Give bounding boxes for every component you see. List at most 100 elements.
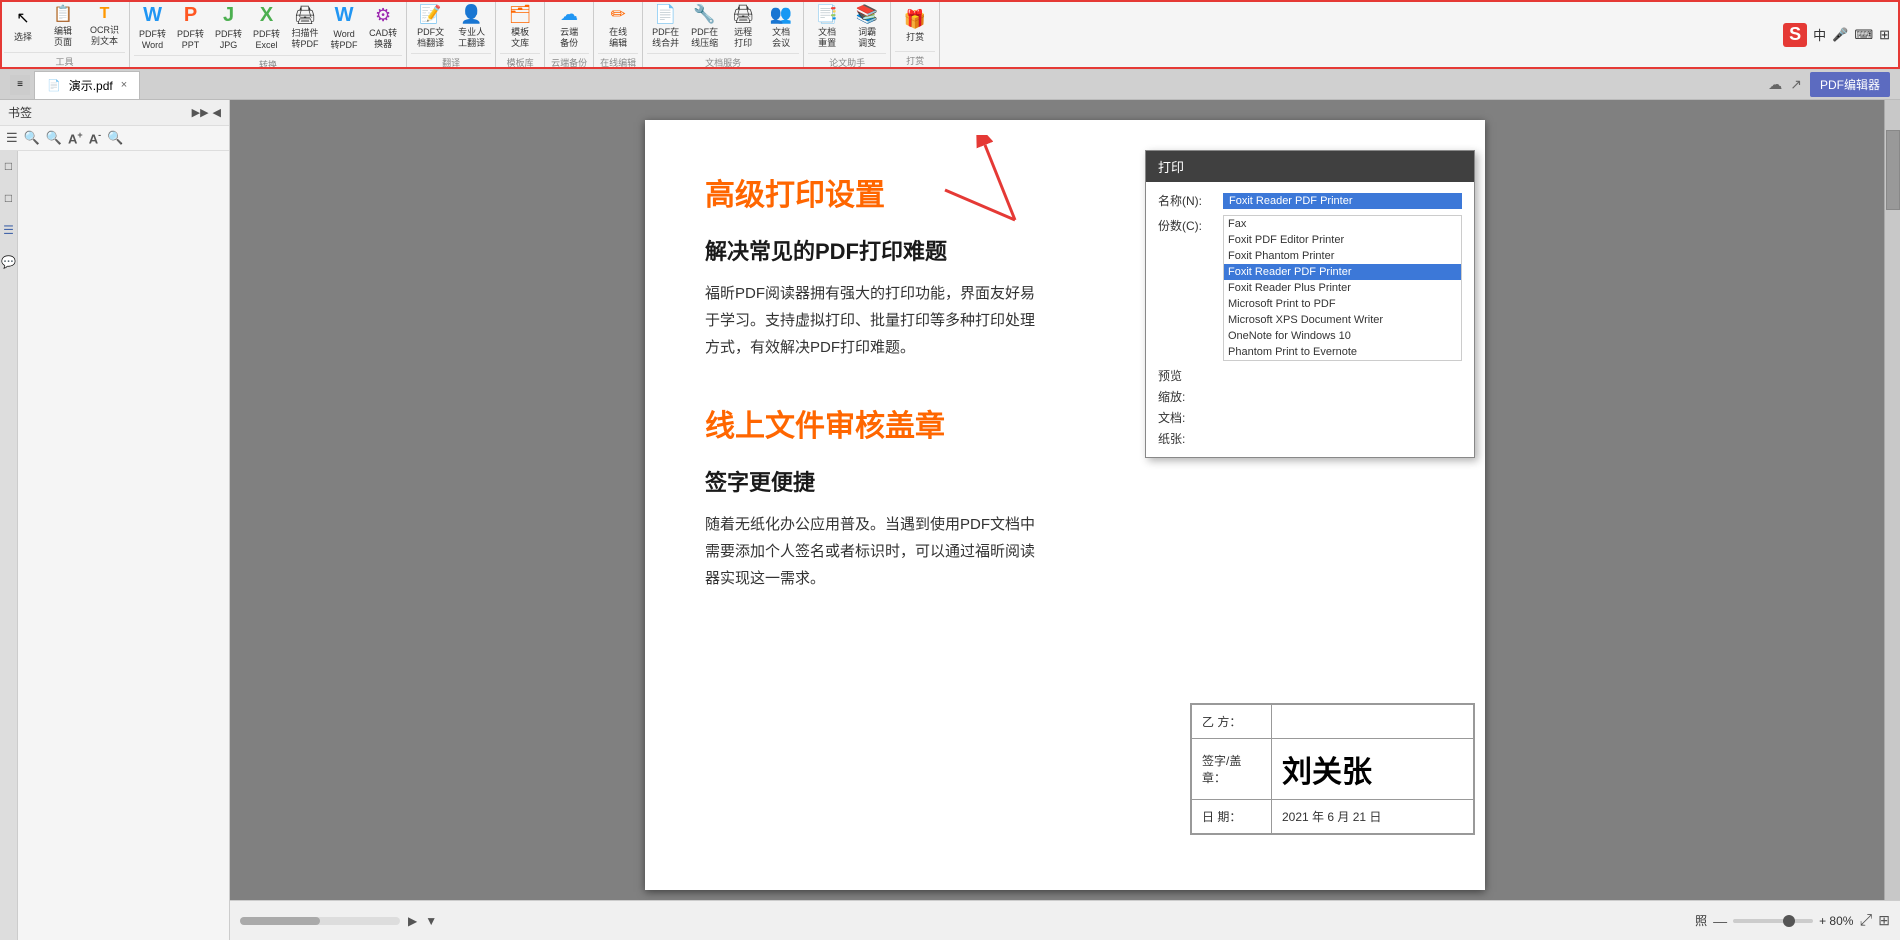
pdf-to-excel-btn[interactable]: X PDF转Excel xyxy=(248,0,285,55)
bookmark-list-icon[interactable]: ☰ xyxy=(6,130,18,146)
print-paper-label: 纸张: xyxy=(1158,430,1223,447)
top-right-area: S 中 🎤 ⌨ ⊞ xyxy=(1783,0,1900,69)
scan-pdf-icon: 🖨 xyxy=(294,5,317,26)
font-increase-icon[interactable]: A+ xyxy=(68,130,83,146)
zoom-slider[interactable] xyxy=(1733,919,1813,923)
stamp-dialog: 乙 方： 签字/盖章： 刘关张 日 期： 2021 年 6 月 21 日 xyxy=(1190,703,1475,835)
convert-section-label: 转换 xyxy=(134,55,402,70)
stamp-date-label: 日 期： xyxy=(1192,800,1272,834)
word-query-icon: 📚 xyxy=(856,4,878,25)
search2-icon[interactable]: 🔍 xyxy=(46,130,62,146)
chinese-input-icon: 中 xyxy=(1813,25,1826,44)
search-bookmark-icon[interactable]: 🔍 xyxy=(24,130,40,146)
font-decrease-icon[interactable]: A- xyxy=(89,130,101,146)
print-name-row: 名称(N): Foxit Reader PDF Printer xyxy=(1158,192,1462,209)
tab-title: 演示.pdf xyxy=(69,77,113,94)
expert-translate-icon: 👤 xyxy=(460,4,482,25)
toolbar-section-translate: 📝 PDF文档翻译 👤 专业人工翻译 翻译 xyxy=(407,0,496,69)
stamp-sign-row: 签字/盖章： 刘关张 xyxy=(1192,739,1474,800)
pdf-to-jpg-btn[interactable]: J PDF转JPG xyxy=(210,0,247,55)
scan-pdf-label: 扫描件转PDF xyxy=(292,28,319,50)
printer-list-item-fax[interactable]: Fax xyxy=(1224,216,1461,232)
cloud-sync-icon[interactable]: ☁ xyxy=(1768,76,1782,93)
doc-review-btn[interactable]: 📑 文档重置 xyxy=(808,0,846,53)
toolbar-section-paper: 📑 文档重置 📚 词霸调变 论文助手 xyxy=(804,0,891,69)
stamp-party-value xyxy=(1272,705,1474,739)
reward-btn[interactable]: 🎁 打赏 xyxy=(895,5,935,47)
print-paper-row: 纸张: xyxy=(1158,430,1462,447)
main-layout: 书签 ▶▶ ◀ ☰ 🔍 🔍 A+ A- 🔍 □ □ ☰ 💬 xyxy=(0,100,1900,940)
sidebar-icon-comment[interactable]: 💬 xyxy=(1,255,16,269)
toolbar-section-tools: ↖ 选择 📋 编辑页面 T OCR识别文本 工具 xyxy=(0,0,130,69)
pdf-to-word-btn[interactable]: W PDF转Word xyxy=(134,0,171,55)
sidebar-toggle-btn[interactable]: ≡ xyxy=(10,75,30,95)
sidebar-icon-bookmark[interactable]: ☰ xyxy=(3,223,14,237)
print-printer-list[interactable]: Fax Foxit PDF Editor Printer Foxit Phant… xyxy=(1223,215,1462,361)
stamp-party-label: 乙 方： xyxy=(1192,705,1272,739)
pdf-merge-btn[interactable]: 📄 PDF在线合并 xyxy=(647,0,684,53)
pdf-translate-icon: 📝 xyxy=(419,4,441,25)
print-doc-row: 文档: xyxy=(1158,409,1462,426)
word-query-btn[interactable]: 📚 词霸调变 xyxy=(848,0,886,53)
horizontal-scroll-track[interactable] xyxy=(240,917,400,925)
printer-list-item-ms-pdf[interactable]: Microsoft Print to PDF xyxy=(1224,296,1461,312)
tab-close-btn[interactable]: × xyxy=(121,79,127,91)
printer-list-item-plus[interactable]: Foxit Reader Plus Printer xyxy=(1224,280,1461,296)
pdf-to-excel-label: PDF转Excel xyxy=(253,29,280,51)
scrollbar-thumb[interactable] xyxy=(1886,130,1900,210)
fullscreen-btn[interactable]: ⤢ xyxy=(1859,912,1872,930)
template-btn[interactable]: 🗂 模板文库 xyxy=(500,0,540,53)
zoom-slider-thumb[interactable] xyxy=(1783,915,1795,927)
pdf-to-jpg-icon: J xyxy=(223,4,234,27)
word-to-pdf-btn[interactable]: W Word转PDF xyxy=(325,0,363,55)
printer-list-item-phantom[interactable]: Foxit Phantom Printer xyxy=(1224,248,1461,264)
sidebar-icon-page[interactable]: □ xyxy=(5,159,12,173)
compress-label: PDF在线压缩 xyxy=(691,27,718,49)
expert-translate-btn[interactable]: 👤 专业人工翻译 xyxy=(452,0,491,53)
sidebar-back-btn[interactable]: ◀ xyxy=(213,106,221,119)
horizontal-scroll-thumb[interactable] xyxy=(240,917,320,925)
printer-list-item-onenote[interactable]: OneNote for Windows 10 xyxy=(1224,328,1461,344)
edit-page-btn[interactable]: 📋 编辑页面 xyxy=(44,0,82,52)
cloud-backup-btn[interactable]: ☁ 云端备份 xyxy=(549,0,589,53)
printer-list-item-ms-xps[interactable]: Microsoft XPS Document Writer xyxy=(1224,312,1461,328)
active-tab[interactable]: 📄 演示.pdf × xyxy=(34,71,140,99)
printer-list-item-foxit-reader[interactable]: Foxit Reader PDF Printer xyxy=(1224,264,1461,280)
cad-btn[interactable]: ⚙ CAD转换器 xyxy=(364,1,402,54)
word-to-pdf-label: Word转PDF xyxy=(331,29,358,51)
online-edit-btn[interactable]: ✏ 在线编辑 xyxy=(598,0,638,53)
vertical-scrollbar[interactable] xyxy=(1884,100,1900,900)
sidebar-forward-btn[interactable]: ▶▶ xyxy=(192,106,209,119)
printer-list-item-foxit-editor[interactable]: Foxit PDF Editor Printer xyxy=(1224,232,1461,248)
scroll-down-btn[interactable]: ▼ xyxy=(425,914,437,928)
tools-section-label: 工具 xyxy=(4,52,125,70)
word-query-label: 词霸调变 xyxy=(858,27,876,49)
sidebar-icon-page2[interactable]: □ xyxy=(5,191,12,205)
cloud-icon: ☁ xyxy=(560,4,578,25)
remote-print-btn[interactable]: 🖨 远程打印 xyxy=(725,0,761,53)
ocr-btn[interactable]: T OCR识别文本 xyxy=(84,1,125,51)
compress-btn[interactable]: 🔧 PDF在线压缩 xyxy=(686,0,723,53)
zoom-minus[interactable]: — xyxy=(1713,913,1727,929)
scroll-right-btn[interactable]: ▶ xyxy=(408,914,417,928)
share-icon[interactable]: ↗ xyxy=(1790,76,1802,93)
docservices-section-label: 文档服务 xyxy=(647,53,799,70)
pdf-editor-btn[interactable]: PDF编辑器 xyxy=(1810,72,1890,97)
select-tool-btn[interactable]: ↖ 选择 xyxy=(4,4,42,47)
pdf-to-ppt-btn[interactable]: P PDF转PPT xyxy=(172,0,209,55)
online-edit-icon: ✏ xyxy=(611,4,626,25)
translate-section-label: 翻译 xyxy=(411,53,491,70)
printer-list-item-evernote[interactable]: Phantom Print to Evernote xyxy=(1224,344,1461,360)
sidebar: 书签 ▶▶ ◀ ☰ 🔍 🔍 A+ A- 🔍 □ □ ☰ 💬 xyxy=(0,100,230,940)
toolbar: ↖ 选择 📋 编辑页面 T OCR识别文本 工具 W PDF转Word P PD… xyxy=(0,0,1900,70)
grid-view-btn[interactable]: ⊞ xyxy=(1878,912,1890,929)
print-dialog[interactable]: 打印 名称(N): Foxit Reader PDF Printer 份数(C)… xyxy=(1145,150,1475,458)
doc-meeting-btn[interactable]: 👥 文档会议 xyxy=(763,0,799,53)
cloud-section-label: 云端备份 xyxy=(549,53,589,70)
content-area: 高级打印设置 解决常见的PDF打印难题 福昕PDF阅读器拥有强大的打印功能，界面… xyxy=(230,100,1900,940)
pdf-translate-btn[interactable]: 📝 PDF文档翻译 xyxy=(411,0,450,53)
filter-icon[interactable]: 🔍 xyxy=(107,130,123,146)
pdf-to-ppt-label: PDF转PPT xyxy=(177,29,204,51)
pdf-to-word-icon: W xyxy=(143,4,162,27)
scan-pdf-btn[interactable]: 🖨 扫描件转PDF xyxy=(286,1,324,54)
